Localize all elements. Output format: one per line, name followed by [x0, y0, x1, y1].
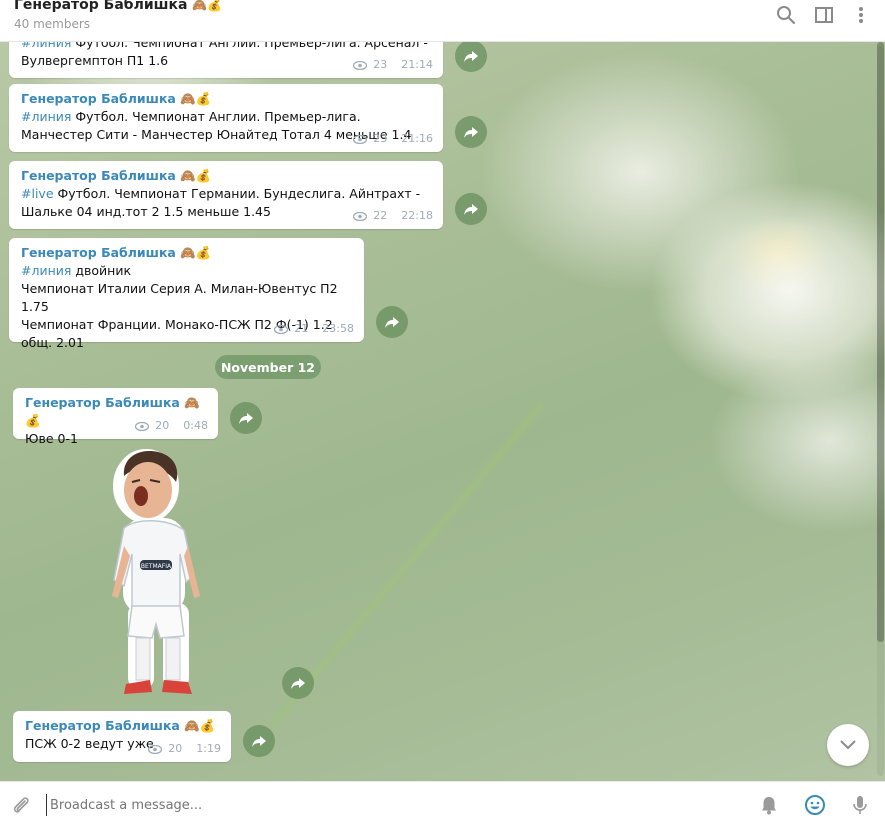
message-hashtag[interactable]: #линия [21, 109, 71, 124]
message-author[interactable]: Генератор Баблишка 🙈💰 [21, 167, 433, 185]
share-icon [464, 204, 478, 215]
views-icon [274, 324, 289, 334]
share-icon [464, 51, 478, 62]
message-author[interactable]: Генератор Баблишка 🙈💰 [25, 717, 221, 735]
message-list[interactable]: #линия Футбол. Чемпионат Англии. Премьер… [0, 42, 885, 781]
views-count: 20 [155, 419, 170, 432]
views-count: 22 [373, 209, 388, 222]
football-player-sticker[interactable]: BETMAFIA [96, 446, 222, 704]
share-button[interactable] [376, 306, 408, 338]
share-button[interactable] [243, 725, 275, 757]
share-icon [385, 317, 399, 328]
message-meta: 21 23:58 [274, 320, 354, 338]
message-bubble[interactable]: #линия Футбол. Чемпионат Англии. Премьер… [9, 42, 443, 78]
views-count: 20 [168, 742, 183, 755]
share-icon [252, 736, 266, 747]
chat-title-emoji: 🙈💰 [192, 0, 223, 12]
share-icon [464, 127, 478, 138]
message-bubble[interactable]: Генератор Баблишка 🙈💰 #live Футбол. Чемп… [9, 161, 443, 229]
message-author[interactable]: Генератор Баблишка 🙈💰 [21, 90, 433, 108]
message-meta: 22 22:18 [353, 207, 433, 225]
message-time: 22:18 [401, 209, 433, 222]
share-button[interactable] [230, 402, 262, 434]
emoji-icon[interactable] [804, 794, 826, 816]
scroll-to-bottom-button[interactable] [827, 724, 869, 766]
jersey-text: BETMAFIA [141, 563, 172, 570]
message-composer [0, 781, 885, 827]
views-count: 21 [294, 322, 309, 335]
scrollbar-thumb[interactable] [877, 42, 884, 642]
share-button[interactable] [282, 667, 314, 699]
views-icon [135, 421, 150, 431]
views-icon [148, 744, 163, 754]
message-time: 1:19 [196, 742, 221, 755]
message-hashtag[interactable]: #линия [21, 42, 71, 50]
message-time: 21:14 [401, 58, 433, 71]
members-count: 40 members [14, 17, 91, 31]
message-author[interactable]: Генератор Баблишка 🙈💰 [21, 244, 354, 262]
bell-icon[interactable] [758, 794, 780, 816]
message-bubble[interactable]: Генератор Баблишка 🙈💰 #линия двойник Чем… [9, 238, 364, 350]
share-icon [239, 413, 253, 424]
views-count: 23 [373, 132, 388, 145]
more-options-icon[interactable] [850, 4, 872, 26]
message-bubble[interactable]: Генератор Баблишка 🙈💰 ПСЖ 0-2 ведут уже … [13, 711, 231, 762]
message-bubble[interactable]: Генератор Баблишка 🙈💰 #линия Футбол. Чем… [9, 84, 443, 152]
chevron-down-icon [840, 740, 856, 750]
attach-icon[interactable] [10, 794, 32, 816]
share-button[interactable] [455, 42, 487, 72]
views-icon [353, 60, 368, 70]
message-time: 21:16 [401, 132, 433, 145]
message-line: Чемпионат Италии Серия А. Милан-Ювентус … [21, 281, 338, 314]
share-button[interactable] [455, 193, 487, 225]
message-line: #линия двойник [21, 263, 132, 278]
message-hashtag[interactable]: #линия [21, 263, 71, 278]
date-separator: November 12 [215, 355, 321, 379]
search-icon[interactable] [775, 4, 797, 26]
message-time: 0:48 [183, 419, 208, 432]
views-count: 23 [373, 58, 388, 71]
message-input[interactable] [46, 794, 646, 816]
chat-title[interactable]: Генератор Баблишка 🙈💰 [14, 0, 222, 13]
views-icon [353, 211, 368, 221]
microphone-icon[interactable] [849, 794, 871, 816]
chat-header: Генератор Баблишка 🙈💰 40 members [0, 0, 885, 42]
views-icon [353, 134, 368, 144]
sidebar-toggle-icon[interactable] [813, 4, 835, 26]
message-hashtag[interactable]: #live [21, 186, 54, 201]
message-meta: 23 21:16 [353, 130, 433, 148]
share-icon [291, 678, 305, 689]
message-bubble[interactable]: Генератор Баблишка 🙈💰 Юве 0-1 20 0:48 [13, 388, 218, 446]
message-time: 23:58 [322, 322, 354, 335]
message-meta: 23 21:14 [353, 56, 433, 74]
share-button[interactable] [455, 116, 487, 148]
message-meta: 20 0:48 [135, 417, 208, 435]
message-meta: 20 1:19 [148, 740, 221, 758]
